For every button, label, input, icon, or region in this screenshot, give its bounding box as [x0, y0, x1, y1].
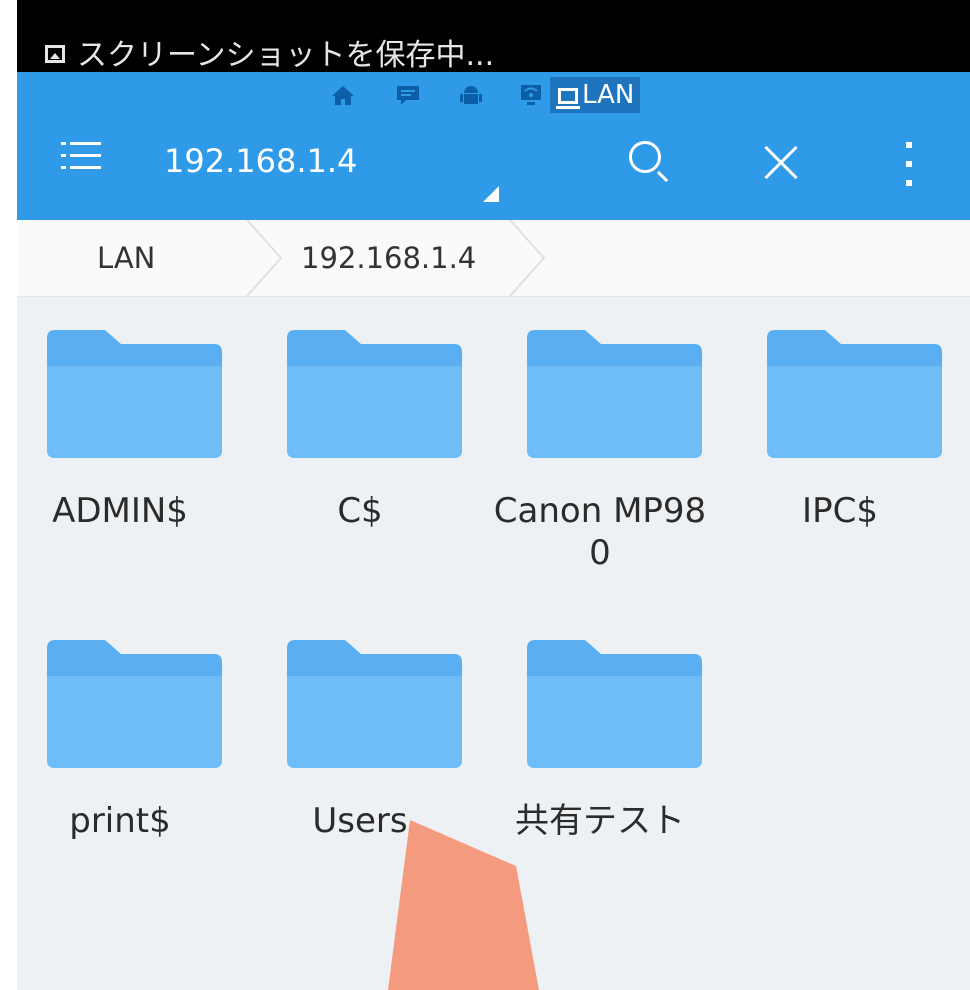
folder-name: IPC$ [802, 491, 878, 531]
folder-icon [47, 640, 222, 768]
breadcrumb: LAN 192.168.1.4 [17, 220, 970, 297]
folder-name: C$ [337, 491, 383, 531]
home-icon[interactable] [331, 84, 355, 106]
chat-icon[interactable] [396, 84, 420, 106]
notification-text: スクリーンショットを保存中... [77, 38, 495, 72]
status-icons [17, 0, 970, 12]
app-toolbar: LAN 192.168.1.4 [17, 72, 970, 220]
app-screen: スクリーンショットを保存中... LAN 192.168.1.4 LAN 192… [17, 0, 970, 990]
chevron-right-icon [509, 220, 546, 296]
dropdown-corner-icon[interactable] [483, 186, 499, 202]
close-button[interactable] [755, 139, 803, 187]
folder-name: Canon MP980 [493, 491, 707, 573]
folder-name: print$ [69, 801, 171, 841]
folder-icon [527, 330, 702, 458]
lan-location-label: LAN [582, 80, 635, 110]
menu-button[interactable] [61, 140, 101, 180]
search-button[interactable] [625, 137, 677, 189]
more-options-button[interactable] [897, 140, 921, 188]
folder-name: Users [312, 801, 408, 841]
folder-icon [287, 640, 462, 768]
image-icon [45, 45, 65, 63]
lan-location-tab[interactable]: LAN [550, 77, 641, 113]
android-icon[interactable] [459, 84, 483, 106]
computer-icon [556, 88, 580, 109]
folder-name: 共有テスト [515, 801, 685, 841]
chevron-right-icon [246, 220, 283, 296]
folder-icon [47, 330, 222, 458]
wifi-icon[interactable] [519, 84, 543, 106]
location-strip: LAN [17, 72, 970, 120]
breadcrumb-item-host[interactable]: 192.168.1.4 [301, 220, 476, 296]
folder-name: ADMIN$ [52, 491, 188, 531]
breadcrumb-item-lan[interactable]: LAN [97, 220, 155, 296]
folder-icon [527, 640, 702, 768]
folder-icon [287, 330, 462, 458]
status-bar: スクリーンショットを保存中... [17, 0, 970, 72]
folder-icon [767, 330, 942, 458]
path-title[interactable]: 192.168.1.4 [164, 142, 357, 180]
